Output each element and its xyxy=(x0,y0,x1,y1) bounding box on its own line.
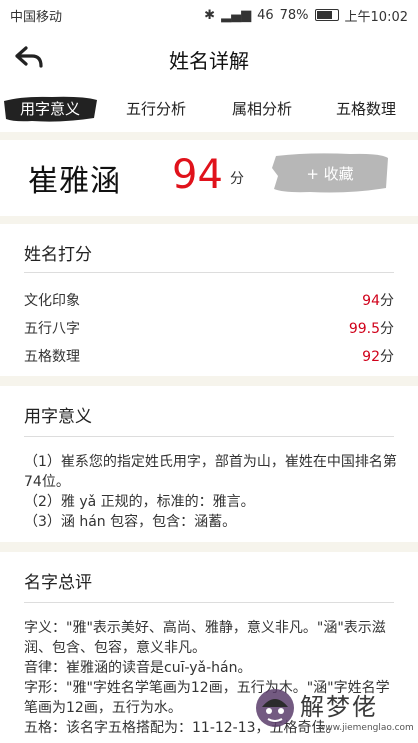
name-text: 崔雅涵 xyxy=(28,164,121,199)
divider xyxy=(24,272,394,273)
score-value: 92分 xyxy=(362,349,394,365)
dreamer-logo-icon xyxy=(256,689,294,727)
score-label: 五行八字 xyxy=(24,321,80,337)
watermark-text: 解梦佬 xyxy=(300,693,378,721)
meaning-line: （1）崔系您的指定姓氏用字，部首为山，崔姓在中国排名第74位。 xyxy=(24,454,397,490)
score-value: 99.5分 xyxy=(348,321,394,337)
score-label: 五格数理 xyxy=(24,349,80,365)
bluetooth-icon: ✱ xyxy=(204,7,216,23)
score-unit: 分 xyxy=(230,171,244,187)
score-section-title: 姓名打分 xyxy=(24,245,92,265)
score-value: 94分 xyxy=(362,293,394,309)
time-label: 上午10:02 xyxy=(344,9,408,25)
favorite-label: + 收藏 xyxy=(306,165,354,183)
favorite-button[interactable]: + 收藏 xyxy=(270,152,390,194)
battery-icon xyxy=(314,9,339,21)
summary-section-title: 名字总评 xyxy=(24,573,92,593)
total-score: 94 xyxy=(172,152,223,198)
tab-five-grids[interactable]: 五格数理 xyxy=(320,86,412,132)
status-icons: ✱ ▂▄▆ 46 78% 上午10:02 xyxy=(204,6,408,25)
meaning-paragraph: （1）崔系您的指定姓氏用字，部首为山，崔姓在中国排名第74位。 （2）雅 yǎ … xyxy=(24,452,398,532)
status-bar: 中国移动 ✱ ▂▄▆ 46 78% 上午10:02 xyxy=(0,0,418,30)
score-row-wuge: 五格数理 92分 xyxy=(24,346,394,366)
score-card: 姓名打分 文化印象 94分 五行八字 99.5分 五格数理 92分 xyxy=(0,224,418,376)
watermark: 解梦佬 www.jiemenglao.com xyxy=(248,681,418,743)
battery-percent: 78% xyxy=(279,7,309,23)
divider xyxy=(24,436,394,437)
signal-icon: ▂▄▆ xyxy=(221,7,252,23)
tab-zodiac[interactable]: 属相分析 xyxy=(216,86,308,132)
page-title: 姓名详解 xyxy=(169,49,249,73)
tab-five-elements[interactable]: 五行分析 xyxy=(110,86,202,132)
carrier-label: 中国移动 xyxy=(10,9,63,25)
score-label: 文化印象 xyxy=(24,293,80,309)
summary-line: 字义："雅"表示美好、高尚、雅静，意义非凡。"涵"表示滋润、包含、包容，意义非凡… xyxy=(24,620,386,656)
meaning-section-title: 用字意义 xyxy=(24,407,92,427)
summary-line: 音律：崔雅涵的读音是cuī-yǎ-hán。 xyxy=(24,660,252,676)
divider xyxy=(24,602,394,603)
meaning-line: （3）涵 hán 包容，包含：涵蓄。 xyxy=(24,514,237,530)
meaning-line: （2）雅 yǎ 正规的，标准的：雅言。 xyxy=(24,494,255,510)
battery-level xyxy=(316,11,333,19)
score-row-wuxing: 五行八字 99.5分 xyxy=(24,318,394,338)
meaning-card: 用字意义 （1）崔系您的指定姓氏用字，部首为山，崔姓在中国排名第74位。 （2）… xyxy=(0,386,418,542)
watermark-url: www.jiemenglao.com xyxy=(318,723,414,733)
score-row-culture: 文化印象 94分 xyxy=(24,290,394,310)
tab-character-meaning[interactable]: 用字意义 xyxy=(4,86,96,132)
app-header: 姓名详解 xyxy=(0,30,418,86)
tab-bar: 用字意义 五行分析 属相分析 五格数理 xyxy=(0,86,418,132)
network-label: 46 xyxy=(257,7,274,23)
name-card: 崔雅涵 94 分 + 收藏 xyxy=(0,140,418,216)
